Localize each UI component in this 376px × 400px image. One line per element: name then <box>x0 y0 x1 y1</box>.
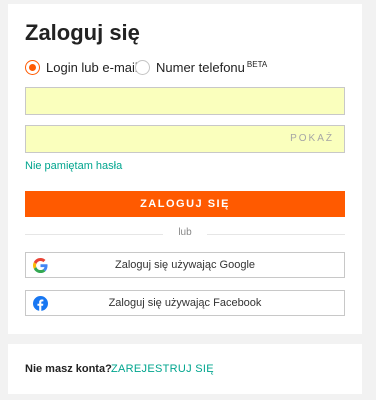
page-title: Zaloguj się <box>25 20 140 45</box>
register-card: Nie masz konta? ZAREJESTRUJ SIĘ <box>8 344 362 394</box>
login-card: Zaloguj się Login lub e-mail Numer telef… <box>8 4 362 334</box>
google-login-button[interactable]: Zaloguj się używając Google <box>25 252 345 278</box>
register-link[interactable]: ZAREJESTRUJ SIĘ <box>111 363 214 375</box>
password-field[interactable]: POKAŻ <box>25 125 345 153</box>
forgot-password-link[interactable]: Nie pamiętam hasła <box>25 160 122 172</box>
radio-login-email[interactable]: Login lub e-mail <box>25 60 138 75</box>
login-button[interactable]: ZALOGUJ SIĘ <box>25 191 345 217</box>
facebook-login-button[interactable]: Zaloguj się używając Facebook <box>25 290 345 316</box>
radio-button-unchecked[interactable] <box>135 60 150 75</box>
no-account-text: Nie masz konta? <box>25 363 112 375</box>
radio-label-login: Login lub e-mail <box>46 60 138 75</box>
radio-button-checked[interactable] <box>25 60 40 75</box>
google-button-label: Zaloguj się używając Google <box>114 259 256 271</box>
login-input[interactable] <box>25 87 345 115</box>
facebook-button-label: Zaloguj się używając Facebook <box>108 297 262 309</box>
radio-phone-number[interactable]: Numer telefonu BETA <box>135 60 267 75</box>
radio-label-phone: Numer telefonu <box>156 60 245 75</box>
beta-badge: BETA <box>246 60 268 69</box>
facebook-icon <box>33 296 48 311</box>
google-icon <box>33 258 48 273</box>
or-separator: lub <box>163 227 207 238</box>
show-password-button[interactable]: POKAŻ <box>290 133 334 144</box>
